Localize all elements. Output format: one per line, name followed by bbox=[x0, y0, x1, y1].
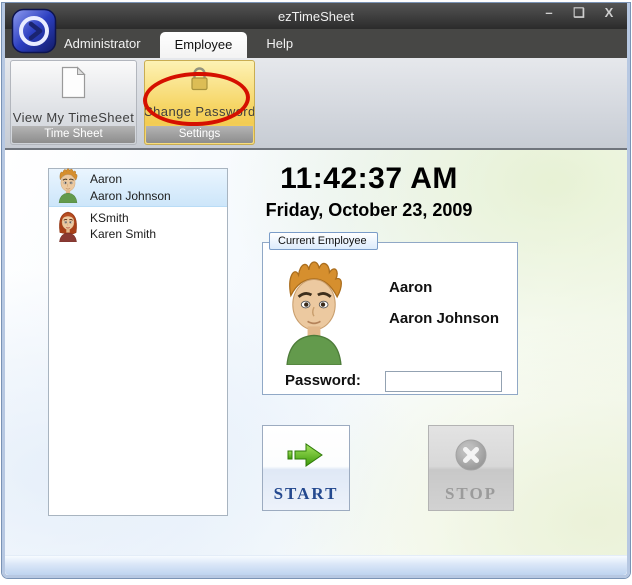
clock-date: Friday, October 23, 2009 bbox=[265, 200, 473, 220]
employee-list-item-aaron[interactable]: Aaron Aaron Johnson bbox=[49, 167, 227, 207]
window-controls: – ❑ X bbox=[541, 5, 617, 21]
ribbon-toolbar: View My TimeSheet Time Sheet Change Pass… bbox=[5, 58, 627, 150]
group-caption-settings: Settings bbox=[146, 126, 253, 143]
tab-help[interactable]: Help bbox=[251, 31, 308, 58]
employee-list-text: Aaron Aaron Johnson bbox=[90, 171, 171, 203]
tab-administrator[interactable]: Administrator bbox=[49, 31, 156, 58]
window-title: ezTimeSheet bbox=[277, 8, 355, 24]
app-window: ezTimeSheet – ❑ X Administrator Employee… bbox=[2, 3, 630, 578]
current-employee-groupbox: Current Employee Aaron Aaron Johnson Pas… bbox=[262, 232, 518, 395]
employee-fullname: Aaron Johnson bbox=[90, 188, 171, 203]
tab-employee[interactable]: Employee bbox=[159, 32, 248, 58]
title-bar: ezTimeSheet – ❑ X bbox=[5, 3, 627, 29]
employee-list-text: KSmith Karen Smith bbox=[90, 210, 156, 242]
group-caption-timesheet: Time Sheet bbox=[12, 126, 135, 143]
minimize-button[interactable]: – bbox=[541, 5, 557, 21]
current-employee-group-label: Current Employee bbox=[269, 232, 378, 250]
view-my-timesheet-label: View My TimeSheet bbox=[12, 110, 135, 125]
employee-listbox: Aaron Aaron Johnson KSmith Karen Smith bbox=[48, 168, 228, 516]
current-employee-fullname: Aaron Johnson bbox=[389, 310, 500, 327]
current-employee-username: Aaron bbox=[389, 279, 433, 296]
male-avatar-icon bbox=[54, 167, 82, 207]
stop-icon bbox=[454, 438, 488, 472]
view-my-timesheet-button[interactable]: View My TimeSheet bbox=[11, 61, 136, 126]
main-content: Aaron Aaron Johnson KSmith Karen Smith 1… bbox=[5, 150, 627, 555]
clock-time: 11:42:37 AM bbox=[280, 162, 458, 195]
close-button[interactable]: X bbox=[601, 5, 617, 21]
status-bar bbox=[5, 555, 627, 575]
employee-username: KSmith bbox=[90, 210, 129, 225]
document-icon bbox=[60, 66, 87, 104]
maximize-button[interactable]: ❑ bbox=[571, 5, 587, 21]
stop-button[interactable]: STOP bbox=[428, 425, 514, 511]
stop-button-label: STOP bbox=[444, 484, 498, 503]
start-button-label: START bbox=[273, 484, 339, 503]
employee-list-item-ksmith[interactable]: KSmith Karen Smith bbox=[49, 207, 227, 245]
current-employee-avatar-icon bbox=[275, 257, 353, 370]
employee-fullname: Karen Smith bbox=[90, 227, 157, 241]
ribbon-group-timesheet: View My TimeSheet Time Sheet bbox=[10, 60, 137, 145]
menu-tabstrip: Administrator Employee Help bbox=[5, 29, 627, 58]
employee-username: Aaron bbox=[90, 172, 123, 187]
start-button[interactable]: START bbox=[262, 425, 350, 511]
app-logo-icon bbox=[11, 8, 57, 59]
female-avatar-icon bbox=[54, 206, 82, 246]
password-label: Password: bbox=[285, 372, 361, 389]
start-arrow-icon bbox=[286, 438, 326, 472]
password-input[interactable] bbox=[385, 371, 502, 392]
